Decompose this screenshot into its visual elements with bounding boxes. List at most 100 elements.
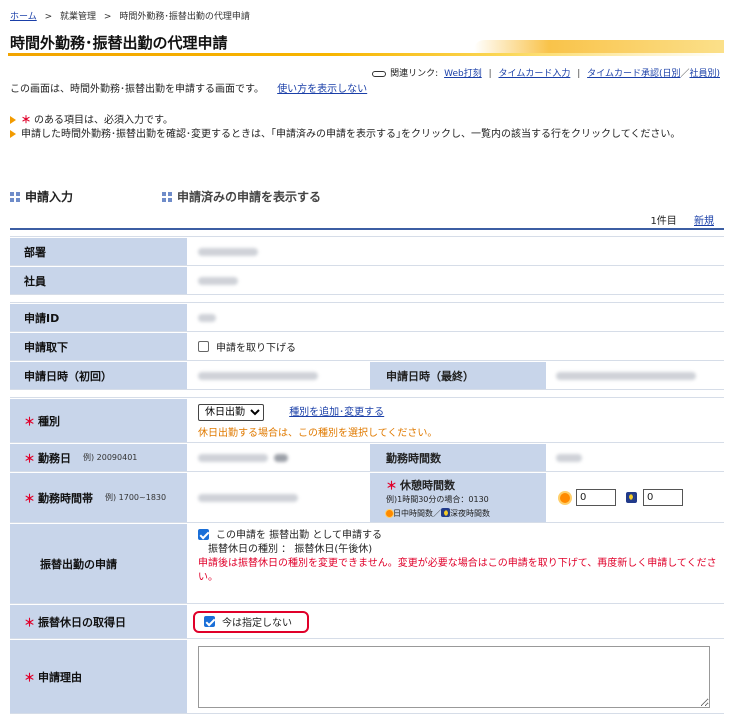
request-id-label: 申請ID [10,304,188,331]
type-note: 休日出勤する場合は、この種別を選択してください。 [198,428,438,439]
holiday-date-label: ＊振替休日の取得日 [10,605,188,638]
required-mark: ＊ [24,491,35,505]
department-value [190,238,724,265]
hide-howto-link[interactable]: 使い方を表示しない [277,84,367,95]
row-holiday-date: ＊振替休日の取得日 今は指定しない [10,605,724,639]
note-hint: 申請した時間外勤務･振替出勤を確認･変更するときは、｢申請済みの申請を表示する｣… [10,127,716,142]
row-department: 部署 [10,238,724,266]
break-legend: 日中時間数／ 深夜時間数 [386,508,546,519]
reason-value [190,640,724,713]
section-input-heading: 申請入力 [10,188,73,205]
moon-icon [626,492,637,503]
work-time-label-text: 勤務時間帯 [38,491,93,505]
substitute-label: 振替出勤の申請 [10,524,188,603]
substitute-checkbox[interactable] [198,529,209,540]
note-required: ＊のある項目は、必須入力です。 [10,111,173,126]
sun-icon [560,492,570,503]
required-mark: ＊ [21,115,31,126]
row-reason: ＊申請理由 [10,640,724,714]
break-legend-separator: ／ [433,509,441,518]
type-value: 休日出勤 種別を追加･変更する 休日出勤する場合は、この種別を選択してください。 [190,399,724,442]
substitute-kind: 振替休日の種別 ： 振替休日(午後休) [208,544,373,555]
required-mark: ＊ [24,414,35,428]
break-example: 例)1時間30分の場合：0130 [386,495,489,504]
related-links: 関連リンク: Web打刻 | タイムカード入力 | タイムカード承認(日別／社員… [372,66,720,79]
form-spacer [10,230,724,237]
substitute-value: この申請を 振替出勤 として申請する 振替休日の種別 ： 振替休日(午後休) 申… [190,524,724,603]
breadcrumb: ホーム > 就業管理 > 時間外勤務･振替出勤の代理申請 [10,9,250,22]
page-description: この画面は、時間外勤務･振替出勤を申請する画面です。 使い方を表示しない [10,80,367,95]
reason-label-text: 申請理由 [38,670,82,684]
break-night-input[interactable]: 0 [643,489,683,506]
breadcrumb-separator: > [103,12,112,22]
withdraw-checkbox-label: 申請を取り下げる [216,343,296,354]
row-type: ＊種別 休日出勤 種別を追加･変更する 休日出勤する場合は、この種別を選択してく… [10,399,724,443]
required-mark: ＊ [24,451,35,465]
work-time-label: ＊勤務時間帯 例) 1700~1830 [10,473,188,522]
title-underline [8,53,724,56]
triangle-bullet-icon [10,130,16,138]
reason-textarea[interactable] [198,645,710,708]
date-first-value [190,362,368,389]
breadcrumb-separator: > [44,12,53,22]
type-label-text: 種別 [38,414,60,428]
date-last-value [548,362,724,389]
date-first-label: 申請日時（初回） [10,362,188,389]
workday-label-text: 勤務日 [38,451,71,465]
triangle-bullet-icon [10,116,16,124]
workday-value [190,444,368,471]
work-hours-label: 勤務時間数 [370,444,546,471]
highlight-frame [193,611,309,633]
description-text: この画面は、時間外勤務･振替出勤を申請する画面です。 [10,84,264,95]
request-id-value [190,304,724,331]
withdraw-checkbox[interactable] [198,341,209,352]
timecard-approve-employee-link[interactable]: 社員別) [689,69,720,79]
note-hint-text: 申請した時間外勤務･振替出勤を確認･変更するときは、｢申請済みの申請を表示する｣… [21,129,681,140]
timecard-approve-daily-link[interactable]: タイムカード承認(日別 [587,69,680,79]
view-submitted-label: 申請済みの申請を表示する [177,190,322,204]
related-links-label: 関連リンク: [390,69,439,79]
edit-type-link[interactable]: 種別を追加･変更する [289,407,384,418]
holiday-date-label-text: 振替休日の取得日 [38,615,126,629]
employee-label: 社員 [10,267,188,294]
required-mark: ＊ [386,479,397,492]
row-request-dates: 申請日時（初回） 申請日時（最終） [10,362,724,390]
breadcrumb-current: 時間外勤務･振替出勤の代理申請 [119,12,250,22]
breadcrumb-home-link[interactable]: ホーム [10,12,37,22]
type-select[interactable]: 休日出勤 [198,404,264,421]
pager: 1件目 新規 [650,212,714,227]
break-day-input[interactable]: 0 [576,489,616,506]
grid-square-icon [162,192,172,202]
record-count: 1件目 [650,216,677,227]
date-last-label: 申請日時（最終） [370,362,546,389]
grid-square-icon [10,192,20,202]
work-time-value [190,473,368,522]
form-spacer [10,391,724,398]
note-required-text: のある項目は、必須入力です。 [34,115,173,126]
row-substitute: 振替出勤の申請 この申請を 振替出勤 として申請する 振替休日の種別 ： 振替休… [10,524,724,604]
type-label: ＊種別 [10,399,188,442]
required-mark: ＊ [24,670,35,684]
row-workday: ＊勤務日 例) 20090401 勤務時間数 [10,444,724,472]
row-work-time: ＊勤務時間帯 例) 1700~1830 ＊休憩時間数 例)1時間30分の場合：01… [10,473,724,523]
department-label: 部署 [10,238,188,265]
break-legend-night: 深夜時間数 [450,509,490,518]
moon-icon [441,508,450,517]
workday-example: 例) 20090401 [83,453,138,462]
work-time-example: 例) 1700~1830 [105,493,167,502]
work-hours-value [548,444,724,471]
form-spacer [10,296,724,303]
break-label: ＊休憩時間数 例)1時間30分の場合：0130 日中時間数／ 深夜時間数 [370,473,546,522]
reason-label: ＊申請理由 [10,640,188,713]
request-form: 部署 社員 申請ID 申請取下 申請を取り下げる 申請日時（初回） 申請日時（最… [10,228,724,714]
link-chain-icon [372,70,387,77]
web-punch-link[interactable]: Web打刻 [444,69,482,79]
break-values: 0 0 [548,473,724,522]
timecard-input-link[interactable]: タイムカード入力 [499,69,571,79]
tab-view-submitted[interactable]: 申請済みの申請を表示する [162,188,321,205]
sun-icon [386,510,393,517]
new-record-link[interactable]: 新規 [694,216,714,227]
row-employee: 社員 [10,267,724,295]
section-input-label: 申請入力 [25,190,74,204]
breadcrumb-item: 就業管理 [60,12,97,22]
